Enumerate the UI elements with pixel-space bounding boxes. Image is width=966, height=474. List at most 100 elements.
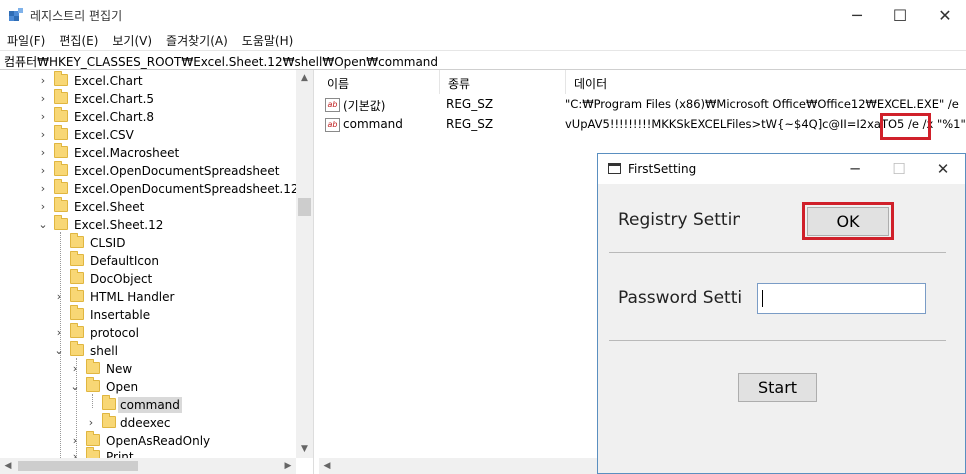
folder-icon xyxy=(54,179,68,194)
tree-item[interactable]: › ddeexec xyxy=(0,413,296,432)
scroll-left-icon[interactable]: ◀ xyxy=(0,458,16,474)
minimize-button[interactable]: ─ xyxy=(834,0,880,30)
folder-icon xyxy=(54,143,68,158)
menu-help[interactable]: 도움말(H) xyxy=(235,30,301,50)
expand-icon[interactable]: › xyxy=(86,416,96,430)
tree-item[interactable]: › Excel.OpenDocumentSpreadsheet xyxy=(0,161,296,180)
tree-item[interactable]: › Excel.Chart.8 xyxy=(0,107,296,126)
scroll-up-icon[interactable]: ▲ xyxy=(296,70,313,87)
menu-edit[interactable]: 편집(E) xyxy=(52,30,105,50)
value-type: REG_SZ xyxy=(446,117,494,131)
close-button[interactable]: ✕ xyxy=(922,0,966,30)
tree-item-label: protocol xyxy=(90,326,139,340)
tree-item-label: Excel.OpenDocumentSpreadsheet xyxy=(74,164,280,178)
scroll-down-icon[interactable]: ▼ xyxy=(296,441,313,458)
text-caret xyxy=(762,290,763,307)
dialog-title: FirstSetting xyxy=(628,162,697,176)
tree-item[interactable]: ⌄ Excel.Sheet.12 xyxy=(0,215,296,234)
tree-item[interactable]: › Excel.Macrosheet xyxy=(0,143,296,162)
divider xyxy=(609,252,946,253)
folder-icon xyxy=(102,413,116,428)
dialog-minimize-button[interactable]: ─ xyxy=(833,154,877,184)
scroll-thumb[interactable] xyxy=(18,461,138,471)
expand-icon[interactable]: › xyxy=(70,434,80,448)
tree-item-label: DocObject xyxy=(90,272,153,286)
tree-item[interactable]: › Excel.Chart xyxy=(0,71,296,90)
tree-item[interactable]: › Excel.Chart.5 xyxy=(0,89,296,108)
registry-editor-icon xyxy=(9,8,23,21)
highlight-box xyxy=(880,113,931,140)
scroll-right-icon[interactable]: ▶ xyxy=(280,458,296,474)
dialog-title-bar: FirstSetting ─ ☐ ✕ xyxy=(598,154,965,184)
tree-item[interactable]: ⌄ shell xyxy=(0,341,296,360)
folder-icon xyxy=(70,251,84,266)
tree-item-label: shell xyxy=(90,344,118,358)
expand-icon[interactable]: › xyxy=(38,128,48,142)
scroll-thumb[interactable] xyxy=(298,198,311,216)
folder-icon xyxy=(86,377,100,392)
tree-item[interactable]: DefaultIcon xyxy=(0,251,296,270)
column-header-name[interactable]: 이름 xyxy=(319,70,440,94)
address-bar[interactable]: 컴퓨터₩HKEY_CLASSES_ROOT₩Excel.Sheet.12₩she… xyxy=(0,50,966,70)
tree-item[interactable]: Insertable xyxy=(0,305,296,324)
divider xyxy=(609,340,946,341)
tree-item[interactable]: › Excel.Sheet xyxy=(0,197,296,216)
column-header-data[interactable]: 데이터 xyxy=(566,70,966,94)
folder-icon xyxy=(102,395,116,410)
tree-item[interactable]: CLSID xyxy=(0,233,296,252)
tree-item-label: Excel.Chart.8 xyxy=(74,110,155,124)
tree-item-label: New xyxy=(106,362,133,376)
start-button[interactable]: Start xyxy=(738,373,817,402)
folder-icon xyxy=(70,323,84,338)
folder-icon xyxy=(70,269,84,284)
expand-icon[interactable]: › xyxy=(38,200,48,214)
password-input[interactable] xyxy=(757,283,926,314)
tree-item-label: Excel.Sheet xyxy=(74,200,145,214)
folder-icon xyxy=(86,359,100,374)
tree-item-selected[interactable]: command xyxy=(0,395,296,414)
menu-favorites[interactable]: 즐겨찾기(A) xyxy=(159,30,235,50)
key-tree-pane: › Excel.Chart › Excel.Chart.5 › Excel.Ch… xyxy=(0,70,314,474)
collapse-icon[interactable]: ⌄ xyxy=(54,344,64,358)
column-header-type[interactable]: 종류 xyxy=(440,70,566,94)
menu-file[interactable]: 파일(F) xyxy=(0,30,52,50)
tree-vertical-scrollbar[interactable]: ▲ ▼ xyxy=(296,70,313,458)
tree-item[interactable]: ⌄ Open xyxy=(0,377,296,396)
scroll-left-icon[interactable]: ◀ xyxy=(319,458,335,474)
value-row[interactable]: ab (기본값) REG_SZ "C:₩Program Files (x86)₩… xyxy=(319,95,966,115)
tree-item[interactable]: › Excel.CSV xyxy=(0,125,296,144)
value-data: "C:₩Program Files (x86)₩Microsoft Office… xyxy=(565,97,959,111)
value-row[interactable]: ab command REG_SZ vUpAV5!!!!!!!!!MKKSkEX… xyxy=(319,115,966,135)
tree-item-label: command xyxy=(118,397,182,413)
tree-item-label: Excel.Chart.5 xyxy=(74,92,155,106)
expand-icon[interactable]: › xyxy=(54,326,64,340)
window-title: 레지스트리 편집기 xyxy=(30,9,123,23)
password-setting-label: Password Setti xyxy=(618,288,743,308)
tree-item-label: OpenAsReadOnly xyxy=(106,434,211,448)
tree-item-label: Open xyxy=(106,380,139,394)
collapse-icon[interactable]: ⌄ xyxy=(38,218,48,232)
maximize-button[interactable]: ☐ xyxy=(877,0,923,30)
tree-item[interactable]: › HTML Handler xyxy=(0,287,296,306)
expand-icon[interactable]: › xyxy=(54,290,64,304)
expand-icon[interactable]: › xyxy=(38,110,48,124)
expand-icon[interactable]: › xyxy=(38,92,48,106)
tree-item[interactable]: › Excel.OpenDocumentSpreadsheet.12 xyxy=(0,179,299,198)
menu-view[interactable]: 보기(V) xyxy=(105,30,159,50)
folder-icon xyxy=(70,287,84,302)
expand-icon[interactable]: › xyxy=(38,164,48,178)
expand-icon[interactable]: › xyxy=(38,146,48,160)
expand-icon[interactable]: › xyxy=(38,74,48,88)
tree-item[interactable]: DocObject xyxy=(0,269,296,288)
tree-item[interactable]: › protocol xyxy=(0,323,296,342)
tree-item[interactable]: › New xyxy=(0,359,296,378)
folder-icon xyxy=(54,215,68,230)
first-setting-dialog: FirstSetting ─ ☐ ✕ Registry Setting OK P… xyxy=(597,153,966,474)
tree-item-label: DefaultIcon xyxy=(90,254,159,268)
collapse-icon[interactable]: ⌄ xyxy=(70,380,80,394)
dialog-close-button[interactable]: ✕ xyxy=(921,154,965,184)
expand-icon[interactable]: › xyxy=(38,182,48,196)
folder-icon xyxy=(54,89,68,104)
expand-icon[interactable]: › xyxy=(70,362,80,376)
tree-horizontal-scrollbar[interactable]: ◀ ▶ xyxy=(0,458,296,474)
